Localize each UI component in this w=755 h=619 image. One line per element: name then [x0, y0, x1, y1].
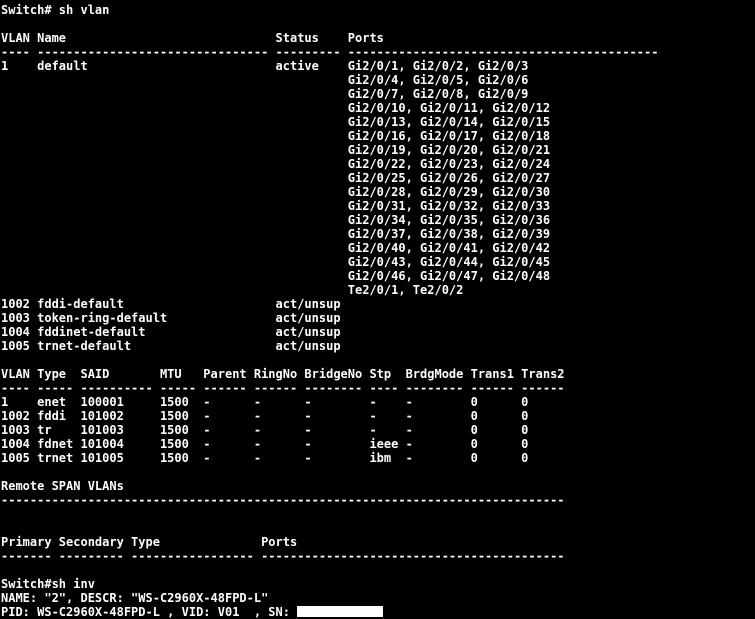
vlan-detail-table-header: VLAN Type SAID MTU Parent RingNo BridgeN…	[1, 367, 565, 381]
spacer-line	[1, 465, 755, 479]
remote-span-value	[1, 507, 755, 521]
table-row: 1005 trnet 101005 1500 - - - ibm - 0 0	[1, 451, 529, 465]
spacer-line	[1, 17, 755, 31]
command-prompt-sh-inv: Switch#sh inv	[1, 577, 95, 591]
table-row: 1 default active Gi2/0/1, Gi2/0/2, Gi2/0…	[1, 59, 529, 73]
table-row: Gi2/0/25, Gi2/0/26, Gi2/0/27	[1, 171, 551, 185]
pvlan-table-header: Primary Secondary Type Ports	[1, 535, 298, 549]
inventory-pid-line: PID: WS-C2960X-48FPD-L , VID: V01 , SN:	[1, 605, 755, 619]
table-row: Gi2/0/10, Gi2/0/11, Gi2/0/12	[1, 101, 551, 115]
remote-span-separator: ----------------------------------------…	[1, 493, 565, 507]
vlan-table-separator: ---- -------------------------------- --…	[1, 45, 659, 59]
table-row: Gi2/0/4, Gi2/0/5, Gi2/0/6	[1, 73, 529, 87]
command-prompt-sh-vlan: Switch# sh vlan	[1, 3, 110, 17]
table-row: Gi2/0/7, Gi2/0/8, Gi2/0/9	[1, 87, 529, 101]
table-row: Gi2/0/31, Gi2/0/32, Gi2/0/33	[1, 199, 551, 213]
table-row: 1004 fddinet-default act/unsup	[1, 325, 341, 339]
table-row: 1 enet 100001 1500 - - - - - 0 0	[1, 395, 529, 409]
table-row: Gi2/0/43, Gi2/0/44, Gi2/0/45	[1, 255, 551, 269]
table-row: 1002 fddi 101002 1500 - - - - - 0 0	[1, 409, 529, 423]
table-row: Gi2/0/13, Gi2/0/14, Gi2/0/15	[1, 115, 551, 129]
table-row: Gi2/0/37, Gi2/0/38, Gi2/0/39	[1, 227, 551, 241]
table-row: 1002 fddi-default act/unsup	[1, 297, 341, 311]
remote-span-title: Remote SPAN VLANs	[1, 479, 124, 493]
vlan-detail-table-separator: ---- ----- ---------- ----- ------ -----…	[1, 381, 565, 395]
table-row: Gi2/0/34, Gi2/0/35, Gi2/0/36	[1, 213, 551, 227]
terminal-screen[interactable]: Switch# sh vlan VLAN Name Status Ports -…	[0, 0, 755, 619]
table-row: Gi2/0/40, Gi2/0/41, Gi2/0/42	[1, 241, 551, 255]
table-row: 1003 token-ring-default act/unsup	[1, 311, 341, 325]
table-row: 1005 trnet-default act/unsup	[1, 339, 341, 353]
vlan-table-header: VLAN Name Status Ports	[1, 31, 384, 45]
table-row: Gi2/0/19, Gi2/0/20, Gi2/0/21	[1, 143, 551, 157]
table-row: Gi2/0/46, Gi2/0/47, Gi2/0/48	[1, 269, 551, 283]
pvlan-table-separator: ------- --------- ----------------- ----…	[1, 549, 565, 563]
table-row: Gi2/0/16, Gi2/0/17, Gi2/0/18	[1, 129, 551, 143]
table-row: 1004 fdnet 101004 1500 - - - ieee - 0 0	[1, 437, 529, 451]
serial-number-redaction-block	[297, 606, 384, 617]
inventory-pid-text: PID: WS-C2960X-48FPD-L , VID: V01 , SN:	[1, 605, 298, 619]
spacer-line	[1, 563, 755, 577]
table-row: Gi2/0/28, Gi2/0/29, Gi2/0/30	[1, 185, 551, 199]
table-row: Te2/0/1, Te2/0/2	[1, 283, 464, 297]
spacer-line	[1, 521, 755, 535]
table-row: 1003 tr 101003 1500 - - - - - 0 0	[1, 423, 529, 437]
inventory-name-line: NAME: "2", DESCR: "WS-C2960X-48FPD-L"	[1, 591, 269, 605]
table-row: Gi2/0/22, Gi2/0/23, Gi2/0/24	[1, 157, 551, 171]
spacer-line	[1, 353, 755, 367]
